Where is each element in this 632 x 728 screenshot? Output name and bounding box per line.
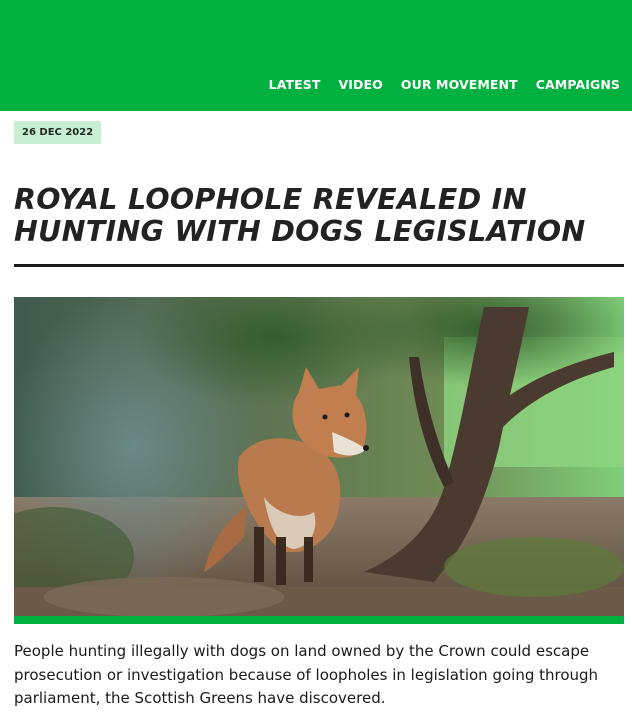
article-title: ROYAL LOOPHOLE REVEALED IN HUNTING WITH … xyxy=(14,183,586,248)
hero-image-fox xyxy=(14,297,624,616)
nav-link-our-movement[interactable]: OUR MOVEMENT xyxy=(401,77,518,92)
date-badge: 26 DEC 2022 xyxy=(14,121,102,144)
nav-link-video[interactable]: VIDEO xyxy=(339,77,383,92)
site-header: LATEST VIDEO OUR MOVEMENT CAMPAIGNS xyxy=(0,0,632,111)
hero-accent-bar xyxy=(14,616,624,624)
nav-link-campaigns[interactable]: CAMPAIGNS xyxy=(536,77,620,92)
article-lede: People hunting illegally with dogs on la… xyxy=(14,642,599,707)
title-divider xyxy=(14,264,624,267)
nav-link-latest[interactable]: LATEST xyxy=(269,77,321,92)
main-nav: LATEST VIDEO OUR MOVEMENT CAMPAIGNS xyxy=(269,77,620,92)
